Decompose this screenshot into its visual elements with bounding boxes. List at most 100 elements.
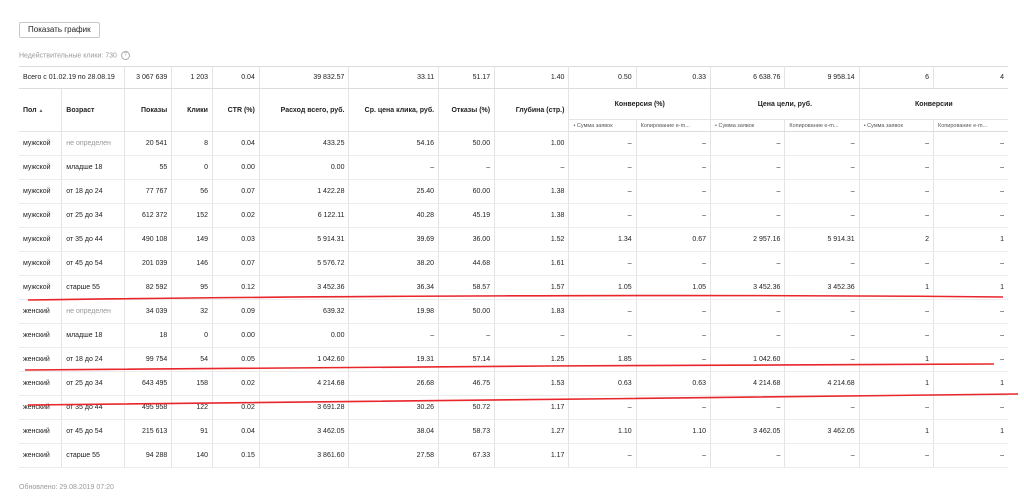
table-row: женский от 45 до 54 215 613 91 0.04 3 462.05 3… xyxy=(19,419,1008,444)
total-label: Всего с 01.02.19 по 28.08.19 xyxy=(19,66,126,89)
col-goal-price-header[interactable]: Цена цели, руб. xyxy=(710,88,860,120)
subcol-email-copy[interactable]: Копирование e-m... xyxy=(933,119,1008,132)
value-cell: 27.58 xyxy=(348,443,440,468)
value-cell: – xyxy=(859,155,935,180)
col-bounce-header[interactable]: Отказы (%) xyxy=(438,88,496,132)
value-cell: 0.02 xyxy=(212,395,260,420)
value-cell: – xyxy=(933,203,1008,228)
value-cell: – xyxy=(636,443,712,468)
value-cell: – xyxy=(859,251,935,276)
value-cell: 0.04 xyxy=(212,419,260,444)
invalid-clicks-label: Недействительные клики: 730 xyxy=(19,52,117,60)
value-cell: 1 xyxy=(933,419,1008,444)
value-cell: 32 xyxy=(171,299,213,324)
col-impressions-header[interactable]: Показы xyxy=(124,88,173,132)
value-cell: – xyxy=(636,395,712,420)
subcol-leads-sum[interactable]: • Сумма заявок xyxy=(859,119,935,132)
value-cell: 44.68 xyxy=(438,251,496,276)
value-cell: 91 xyxy=(171,419,213,444)
value-cell: – xyxy=(784,179,860,204)
value-cell: 1.05 xyxy=(568,275,637,300)
value-cell: 1.25 xyxy=(494,347,570,372)
value-cell: 30.26 xyxy=(348,395,440,420)
value-cell: – xyxy=(568,299,637,324)
value-cell: – xyxy=(348,323,440,348)
col-clicks-header[interactable]: Клики xyxy=(171,88,213,132)
value-cell: 57.14 xyxy=(438,347,496,372)
age-cell: от 35 до 44 xyxy=(61,227,126,252)
total-cell: 9 958.14 xyxy=(784,66,860,89)
show-chart-button[interactable]: Показать график xyxy=(19,22,100,38)
value-cell: – xyxy=(438,155,496,180)
col-conversions-header[interactable]: Конверсии xyxy=(859,88,1008,120)
gender-cell: женский xyxy=(19,419,63,444)
col-age-header[interactable]: Возраст xyxy=(61,88,126,132)
value-cell: – xyxy=(859,323,935,348)
value-cell: 1.10 xyxy=(636,419,712,444)
value-cell: 3 462.05 xyxy=(784,419,860,444)
col-ctr-header[interactable]: CTR (%) xyxy=(212,88,260,132)
col-spend-header[interactable]: Расход всего, руб. xyxy=(259,88,350,132)
gender-cell: мужской xyxy=(19,251,63,276)
subcol-leads-sum[interactable]: • Сумма заявок xyxy=(568,119,637,132)
gender-cell: женский xyxy=(19,323,63,348)
value-cell: 26.68 xyxy=(348,371,440,396)
table-body: мужской не определен 20 541 8 0.04 433.25 54.1… xyxy=(19,131,1008,468)
value-cell: 149 xyxy=(171,227,213,252)
value-cell: – xyxy=(933,155,1008,180)
subcol-leads-sum[interactable]: • Сумма заявок xyxy=(710,119,786,132)
col-gender-header[interactable]: Пол ▲ xyxy=(19,88,63,132)
value-cell: 3 452.36 xyxy=(710,275,786,300)
help-circle-icon[interactable]: ? xyxy=(120,51,130,60)
value-cell: – xyxy=(568,323,637,348)
value-cell: 1.38 xyxy=(494,203,570,228)
value-cell: 1.57 xyxy=(494,275,570,300)
gender-cell: мужской xyxy=(19,155,63,180)
value-cell: 95 xyxy=(171,275,213,300)
header-row: Пол ▲ Возраст Показы Клики CTR (%) Расхо… xyxy=(19,88,1008,132)
col-gender-label: Пол xyxy=(23,106,37,114)
value-cell: – xyxy=(710,395,786,420)
value-cell: 3 452.36 xyxy=(259,275,350,300)
table-row: мужской от 45 до 54 201 039 146 0.07 5 576.72… xyxy=(19,251,1008,276)
col-conversion-pct-header[interactable]: Конверсия (%) xyxy=(568,88,712,120)
value-cell: 1.34 xyxy=(568,227,637,252)
value-cell: – xyxy=(568,395,637,420)
value-cell: 0.04 xyxy=(212,131,260,156)
value-cell: – xyxy=(859,203,935,228)
value-cell: 39.69 xyxy=(348,227,440,252)
value-cell: – xyxy=(568,251,637,276)
value-cell: – xyxy=(933,251,1008,276)
value-cell: 67.33 xyxy=(438,443,496,468)
subcol-email-copy[interactable]: Копирование e-m... xyxy=(636,119,712,132)
value-cell: – xyxy=(568,443,637,468)
subcol-email-copy[interactable]: Копирование e-m... xyxy=(784,119,860,132)
total-cell: 0.50 xyxy=(568,66,637,89)
value-cell: 1.53 xyxy=(494,371,570,396)
value-cell: 2 957.16 xyxy=(710,227,786,252)
sort-asc-icon[interactable]: ▲ xyxy=(39,108,44,114)
value-cell: 0.00 xyxy=(212,155,260,180)
value-cell: – xyxy=(933,179,1008,204)
value-cell: 40.28 xyxy=(348,203,440,228)
value-cell: 158 xyxy=(171,371,213,396)
value-cell: 34 039 xyxy=(124,299,173,324)
value-cell: 38.04 xyxy=(348,419,440,444)
age-cell: от 25 до 34 xyxy=(61,371,126,396)
value-cell: 36.00 xyxy=(438,227,496,252)
value-cell: 1 xyxy=(859,371,935,396)
value-cell: 58.57 xyxy=(438,275,496,300)
value-cell: – xyxy=(784,395,860,420)
value-cell: 54 xyxy=(171,347,213,372)
value-cell: 0.12 xyxy=(212,275,260,300)
value-cell: 0.09 xyxy=(212,299,260,324)
col-cpc-header[interactable]: Ср. цена клика, руб. xyxy=(348,88,440,132)
value-cell: 0.00 xyxy=(259,155,350,180)
gender-cell: женский xyxy=(19,299,63,324)
value-cell: 201 039 xyxy=(124,251,173,276)
value-cell: – xyxy=(636,323,712,348)
total-cell: 4 xyxy=(933,66,1008,89)
value-cell: 152 xyxy=(171,203,213,228)
age-cell: от 35 до 44 xyxy=(61,395,126,420)
col-depth-header[interactable]: Глубина (стр.) xyxy=(494,88,570,132)
